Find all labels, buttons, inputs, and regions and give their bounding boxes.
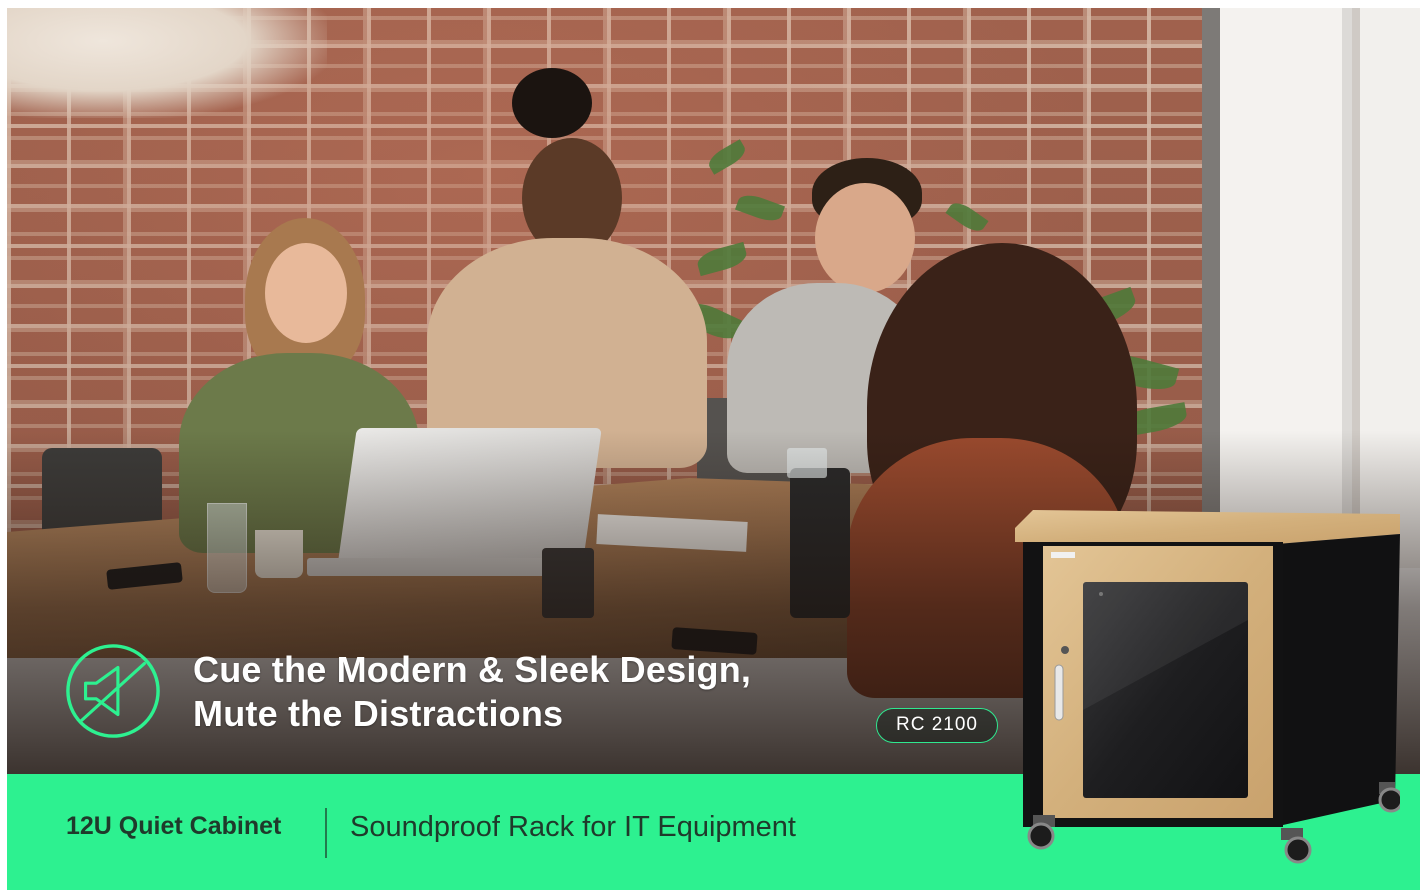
product-banner: Cue the Modern & Sleek Design, Mute the … <box>7 8 1420 890</box>
headline: Cue the Modern & Sleek Design, Mute the … <box>193 648 893 736</box>
speaker-muted-icon <box>66 644 160 738</box>
product-description: Soundproof Rack for IT Equipment <box>350 811 796 843</box>
bar-divider <box>325 808 327 858</box>
headline-line-2: Mute the Distractions <box>193 693 564 734</box>
headline-line-1: Cue the Modern & Sleek Design, <box>193 649 752 690</box>
product-category: 12U Quiet Cabinet <box>66 812 282 840</box>
quiet-cabinet-product-image <box>1015 510 1400 864</box>
model-badge: RC 2100 <box>876 708 998 743</box>
